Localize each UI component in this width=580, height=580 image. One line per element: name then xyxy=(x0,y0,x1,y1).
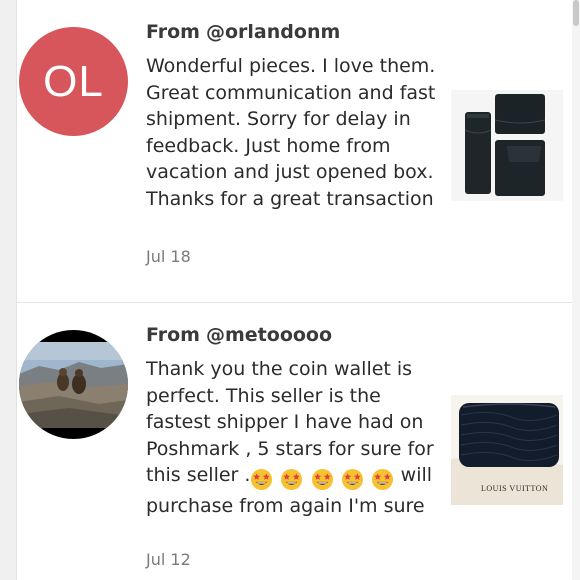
star-struck-emoji-icon xyxy=(371,468,393,491)
black-leather-wallets-photo xyxy=(451,90,563,201)
username-link[interactable]: @metooooo xyxy=(206,324,332,346)
thumbnail-brand-caption: LOUIS VUITTON xyxy=(481,484,549,493)
star-struck-emoji-icon xyxy=(281,468,303,491)
review-date: Jul 18 xyxy=(146,247,191,266)
review-comment: Wonderful pieces. I love them. Great com… xyxy=(146,55,436,210)
username-link[interactable]: @orlandonm xyxy=(206,21,340,43)
review-date: Jul 12 xyxy=(146,550,191,569)
star-struck-emoji-icon xyxy=(341,468,363,491)
review-author: From @orlandonm xyxy=(146,21,340,43)
scrollbar[interactable] xyxy=(572,0,580,580)
left-frame-edge xyxy=(0,0,17,580)
emoji-row xyxy=(250,466,394,493)
review-author: From @metooooo xyxy=(146,324,332,346)
star-struck-emoji-icon xyxy=(251,468,273,491)
product-thumbnail[interactable] xyxy=(451,90,563,201)
card-holder-left-shape xyxy=(464,112,492,194)
from-label: From xyxy=(146,324,200,346)
scrollbar-thumb[interactable] xyxy=(573,0,579,26)
product-thumbnail[interactable]: LOUIS VUITTON xyxy=(451,395,563,505)
review-card: OL From @orlandonm Wonderful pieces. I lo… xyxy=(17,0,572,302)
card-holder-bottom-shape xyxy=(495,140,545,196)
star-struck-emoji-icon xyxy=(311,468,333,491)
desert-landscape-photo xyxy=(19,330,128,439)
from-label: From xyxy=(146,21,200,43)
review-card: From @metooooo Thank you the coin wallet … xyxy=(17,303,572,580)
avatar[interactable] xyxy=(19,330,128,439)
review-comment: Thank you the coin wallet is perfect. Th… xyxy=(146,356,436,519)
avatar[interactable]: OL xyxy=(19,27,128,136)
card-holder-top-shape xyxy=(494,94,546,134)
